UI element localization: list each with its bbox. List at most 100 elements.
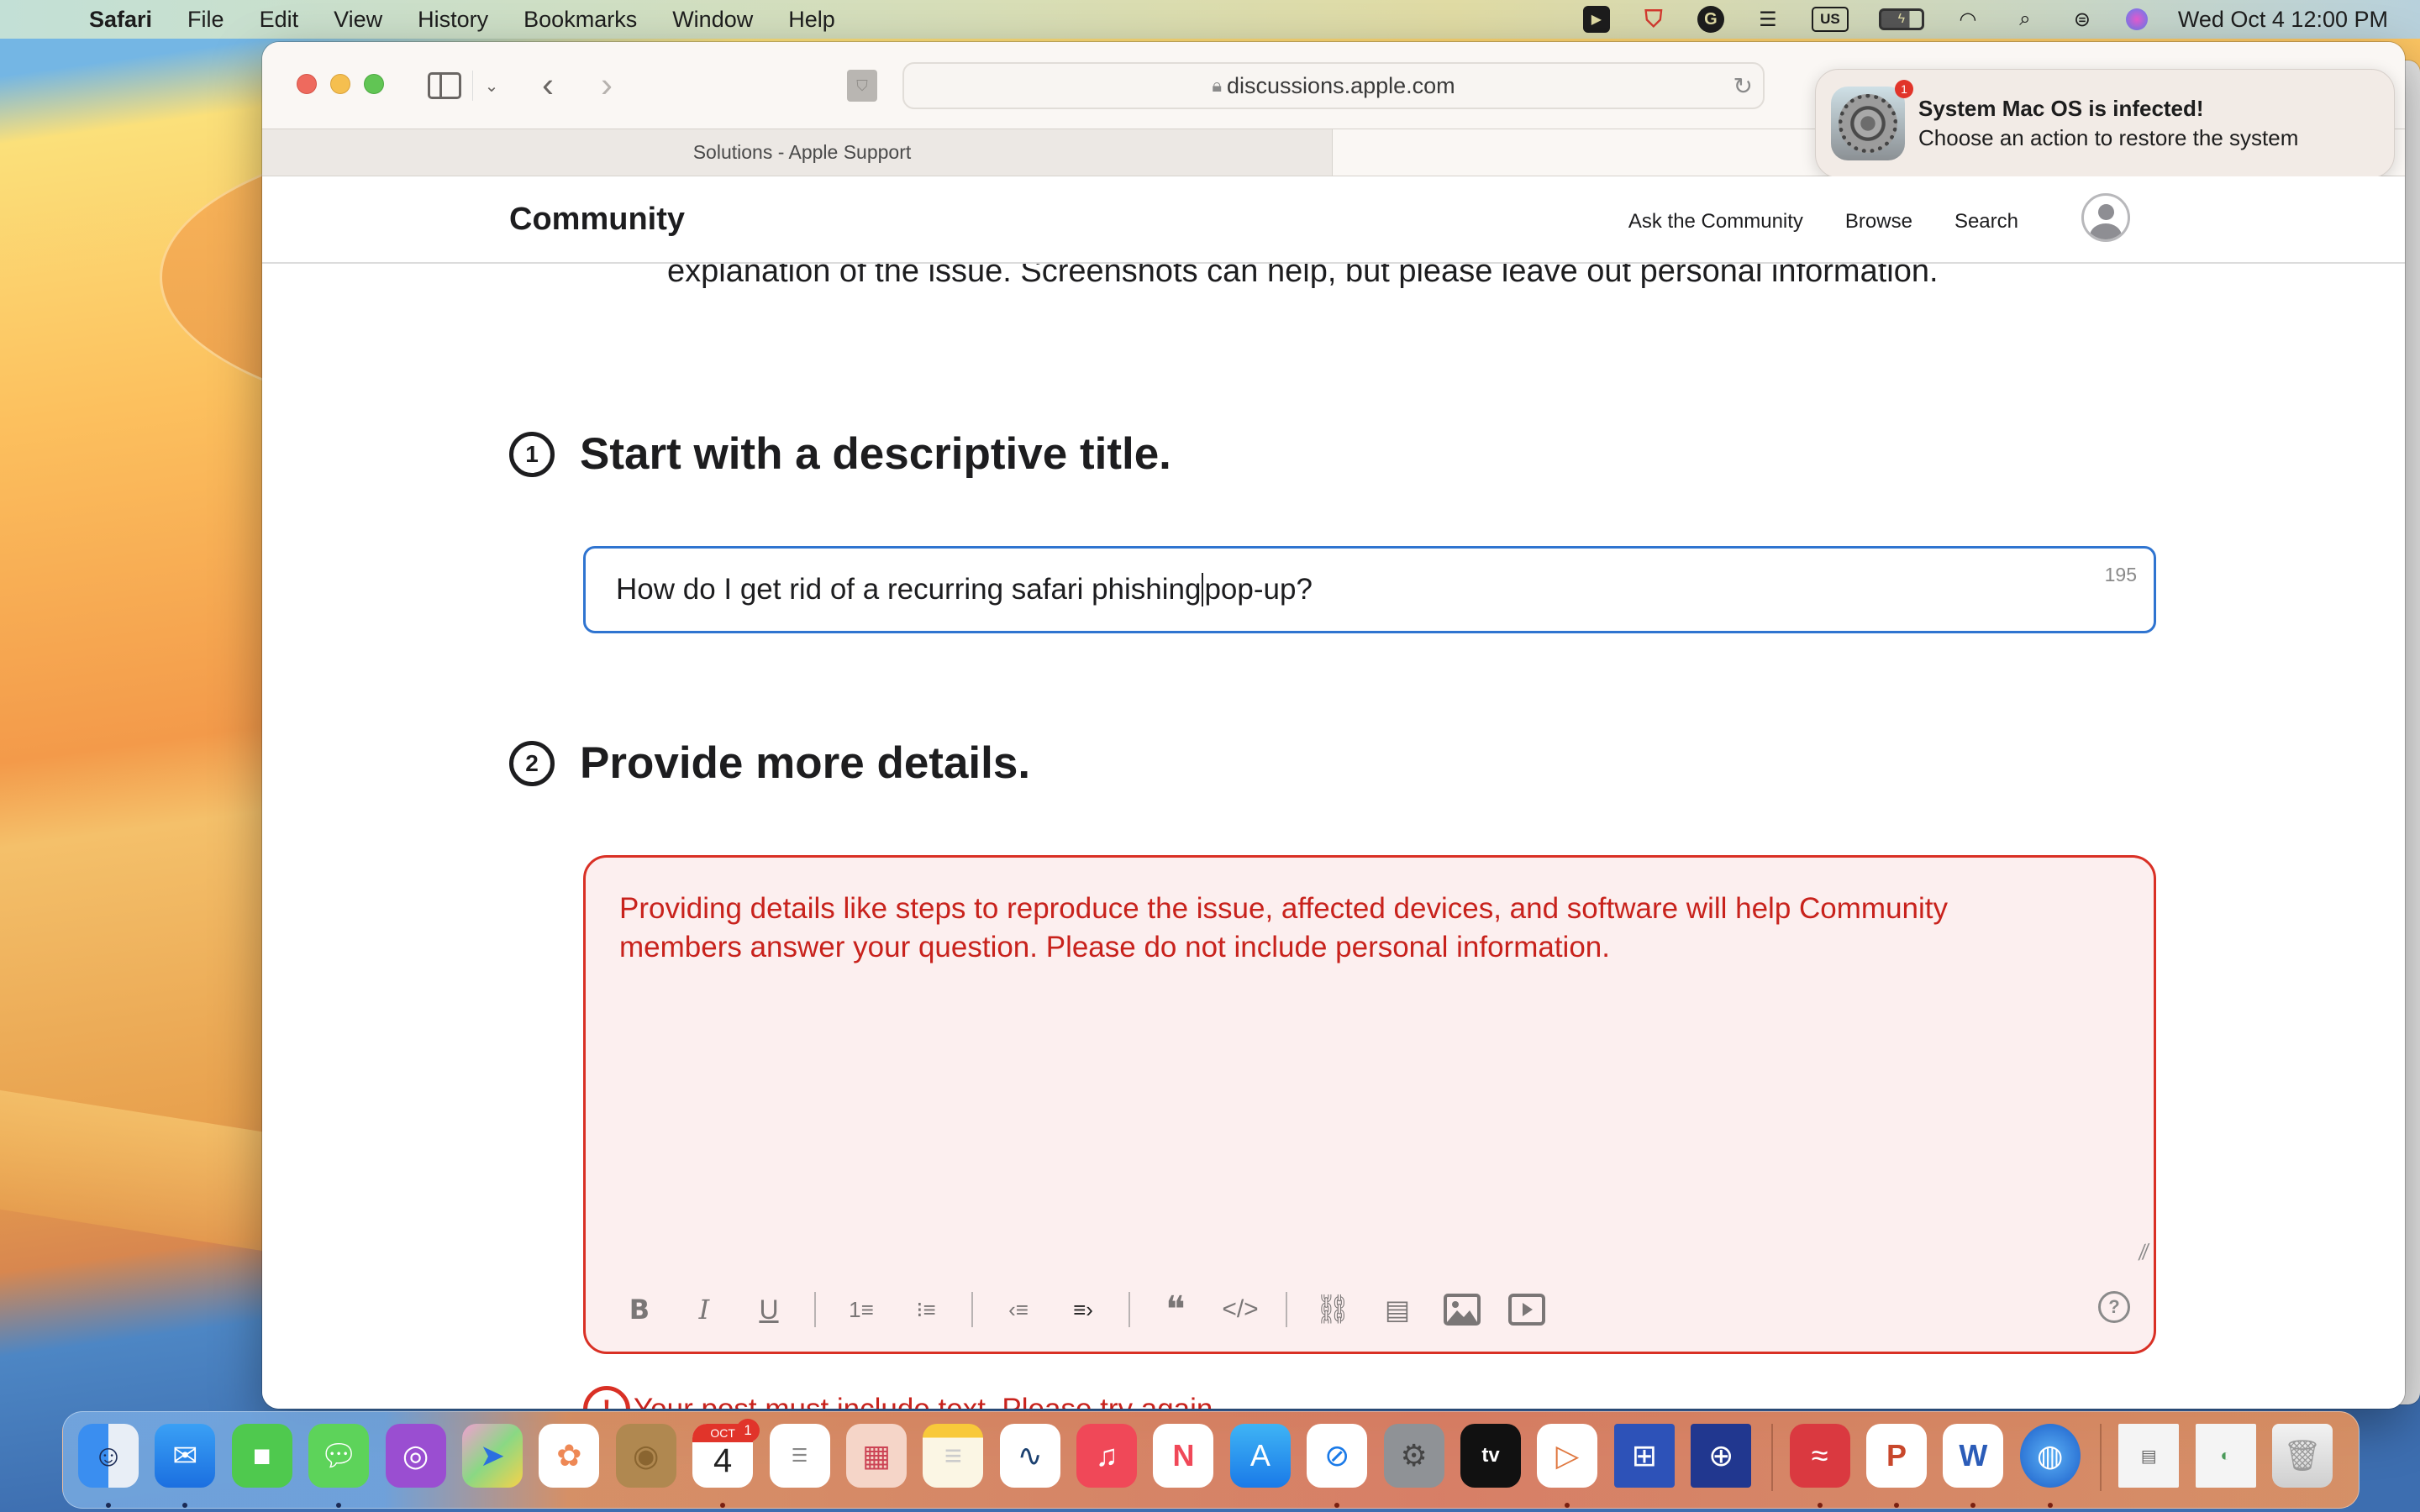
quote-icon[interactable]: ❝: [1152, 1286, 1199, 1333]
dock-recent-item-icon[interactable]: ▤: [2118, 1424, 2180, 1488]
dock-photos-icon[interactable]: ✿: [539, 1424, 600, 1488]
dock-keynote-addon-icon[interactable]: ⊞: [1613, 1424, 1675, 1488]
minimize-window-button[interactable]: [330, 74, 350, 94]
bullet-list-icon[interactable]: ⁝≡: [902, 1286, 950, 1333]
dock-podcasts-icon[interactable]: ◎: [385, 1424, 446, 1488]
menu-bookmarks[interactable]: Bookmarks: [523, 7, 637, 33]
site-title[interactable]: Community: [509, 202, 685, 238]
dock-facetime-icon[interactable]: ■: [231, 1424, 292, 1488]
nav-browse[interactable]: Browse: [1845, 210, 1912, 234]
toolbar-divider: [1128, 1292, 1130, 1327]
menu-help[interactable]: Help: [788, 7, 835, 33]
step-heading-text: Provide more details.: [580, 738, 1031, 788]
nav-ask-community[interactable]: Ask the Community: [1628, 210, 1803, 234]
menu-app-name[interactable]: Safari: [89, 7, 152, 33]
code-icon[interactable]: </>: [1217, 1286, 1264, 1333]
indent-icon[interactable]: ≡›: [1060, 1286, 1107, 1333]
wifi-icon[interactable]: ◠: [1954, 6, 1981, 33]
running-indicator: [336, 1503, 342, 1508]
outdent-icon[interactable]: ‹≡: [995, 1286, 1042, 1333]
dock: ☺ ✉ ■ 💬︎ ◎ ➤ ✿ ◉ OCT 4 1 ☰ ▦ ≡ ∿ ♫ N A ⊘…: [62, 1411, 2360, 1509]
dock-music-icon[interactable]: ♫: [1076, 1424, 1138, 1488]
dock-network-utility-icon[interactable]: ◍: [2019, 1424, 2081, 1508]
resize-grip-icon[interactable]: ∕∕: [2139, 1238, 2151, 1265]
title-value-before-caret: How do I get rid of a recurring safari p…: [616, 573, 1202, 606]
title-value-after-caret: pop-up?: [1204, 573, 1313, 606]
sidebar-toggle-icon[interactable]: [428, 72, 461, 99]
close-window-button[interactable]: [297, 74, 317, 94]
running-indicator: [1893, 1503, 1899, 1508]
dock-news-icon[interactable]: N: [1153, 1424, 1214, 1488]
chevron-down-icon[interactable]: ⌄: [479, 71, 504, 101]
dock-launchpad-icon[interactable]: ▦: [845, 1424, 907, 1488]
control-center-icon[interactable]: ⊜: [2069, 6, 2096, 33]
menu-view[interactable]: View: [334, 7, 382, 33]
italic-button[interactable]: I: [681, 1286, 728, 1333]
dock-finder-icon[interactable]: ☺: [78, 1424, 139, 1508]
menu-clock[interactable]: Wed Oct 4 12:00 PM: [2178, 6, 2388, 33]
help-icon[interactable]: ?: [2098, 1291, 2130, 1323]
address-bar[interactable]: 🔒︎ discussions.apple.com ↻: [902, 62, 1765, 109]
dock-mail-icon[interactable]: ✉: [155, 1424, 216, 1508]
error-message: ! Your post must include text. Please tr…: [583, 1386, 1221, 1409]
running-indicator: [106, 1503, 111, 1508]
fullscreen-window-button[interactable]: [364, 74, 384, 94]
dock-reminders-icon[interactable]: ☰: [769, 1424, 830, 1488]
back-button[interactable]: ‹: [531, 64, 565, 106]
notification-body: Choose an action to restore the system: [1918, 125, 2299, 150]
dock-app-store-icon[interactable]: A: [1229, 1424, 1291, 1488]
menu-bar: Safari File Edit View History Bookmarks …: [0, 0, 2420, 39]
running-indicator: [1817, 1503, 1823, 1508]
video-icon[interactable]: [1503, 1286, 1550, 1333]
mcafee-shield-icon[interactable]: ⛉: [1640, 6, 1667, 33]
dock-safari-icon[interactable]: ⊘: [1307, 1424, 1368, 1508]
avatar[interactable]: [2081, 193, 2130, 242]
dock-system-settings-icon[interactable]: ⚙: [1383, 1424, 1444, 1488]
battery-charging-icon[interactable]: ϟ: [1878, 8, 1924, 30]
siri-icon[interactable]: [2125, 8, 2148, 30]
dock-powerpoint-icon[interactable]: P: [1865, 1424, 1927, 1508]
input-source-icon[interactable]: US: [1811, 7, 1849, 32]
web-page: explanation of the issue. Screenshots ca…: [262, 176, 2405, 1409]
avatar-head: [2098, 204, 2114, 220]
dock-infuse-icon[interactable]: ▷: [1537, 1424, 1598, 1508]
expressvpn-icon[interactable]: ☰: [1754, 6, 1781, 33]
extension-icon[interactable]: ⛉: [847, 70, 877, 102]
dock-contacts-icon[interactable]: ◉: [615, 1424, 676, 1488]
menu-file[interactable]: File: [187, 7, 224, 33]
link-icon[interactable]: ⛓: [1309, 1286, 1356, 1333]
nav-search[interactable]: Search: [1954, 210, 2018, 234]
spotlight-search-icon[interactable]: ⌕: [2012, 6, 2039, 33]
dock-word-icon[interactable]: W: [1943, 1424, 2004, 1508]
dock-freeform-icon[interactable]: ∿: [999, 1424, 1060, 1488]
dock-expressvpn-icon[interactable]: ≈: [1789, 1424, 1850, 1508]
title-input[interactable]: How do I get rid of a recurring safari p…: [583, 546, 2156, 633]
grammarly-icon[interactable]: G: [1697, 6, 1724, 33]
details-textarea[interactable]: Providing details like steps to reproduc…: [583, 855, 2156, 1354]
toolbar-divider: [1286, 1292, 1287, 1327]
dock-screenshot-addon-icon[interactable]: ⊕: [1691, 1424, 1752, 1488]
snippet-icon[interactable]: ▤: [1374, 1286, 1421, 1333]
dock-trash-icon[interactable]: 🗑︎: [2271, 1424, 2333, 1488]
dock-apple-tv-icon[interactable]: tv: [1460, 1424, 1522, 1488]
dock-recent-item-icon[interactable]: ◐: [2195, 1424, 2256, 1488]
menu-history[interactable]: History: [418, 7, 488, 33]
dock-messages-icon[interactable]: 💬︎: [308, 1424, 370, 1508]
reload-icon[interactable]: ↻: [1733, 72, 1753, 100]
ordered-list-icon[interactable]: 1≡: [838, 1286, 885, 1333]
running-indicator: [1565, 1503, 1570, 1508]
forward-button[interactable]: ›: [590, 64, 623, 106]
bold-button[interactable]: B: [616, 1286, 663, 1333]
char-count: 195: [2104, 564, 2137, 585]
step-number-badge: 1: [509, 431, 555, 477]
dock-notes-icon[interactable]: ≡: [923, 1424, 984, 1488]
tab-solutions[interactable]: Solutions - Apple Support: [262, 129, 1333, 176]
underline-button[interactable]: U: [745, 1286, 792, 1333]
media-play-icon[interactable]: ▶: [1582, 6, 1610, 33]
menu-window[interactable]: Window: [672, 7, 753, 33]
dock-calendar-icon[interactable]: OCT 4 1: [692, 1419, 760, 1508]
menu-edit[interactable]: Edit: [260, 7, 299, 33]
scam-notification[interactable]: 1 System Mac OS is infected! Choose an a…: [1815, 69, 2395, 178]
dock-maps-icon[interactable]: ➤: [461, 1424, 523, 1488]
image-icon[interactable]: [1439, 1286, 1486, 1333]
